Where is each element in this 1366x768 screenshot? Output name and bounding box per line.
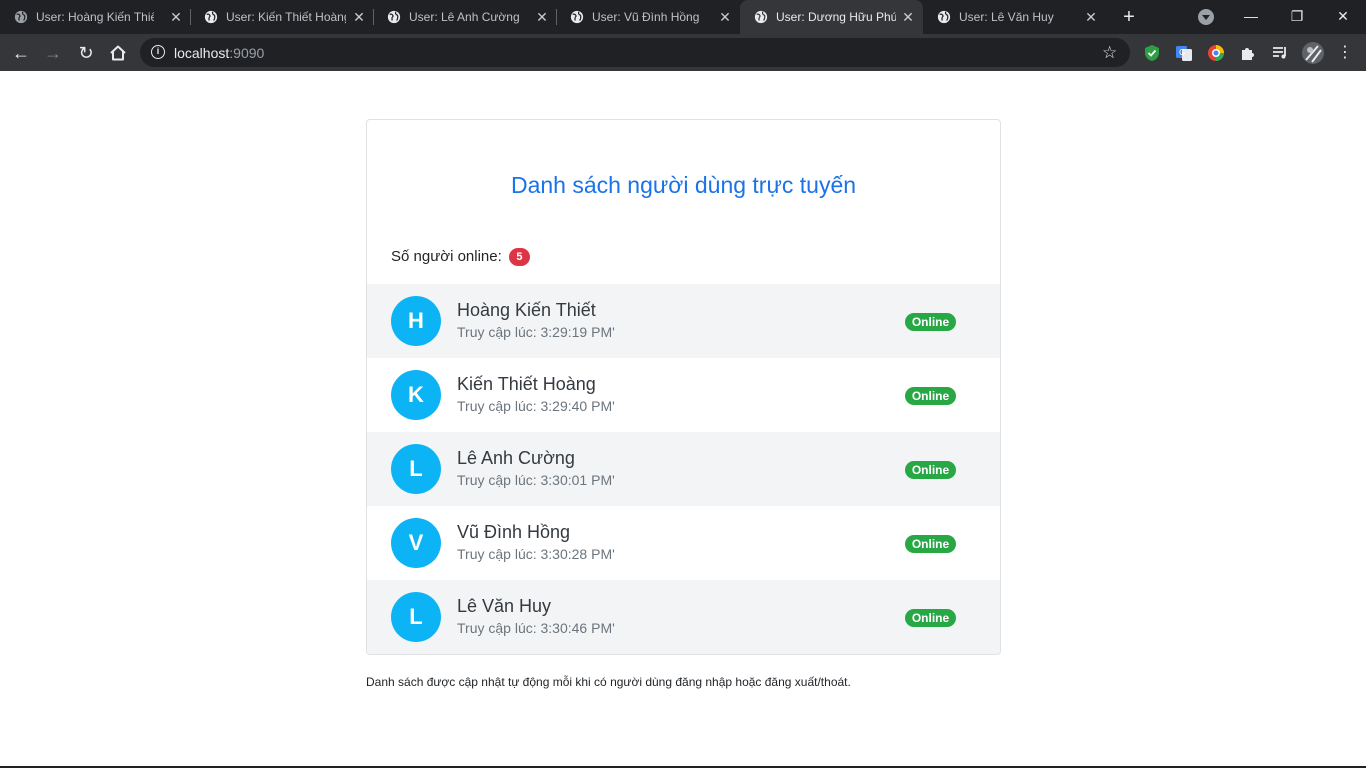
tab-title: User: Hoàng Kiến Thiết: [36, 10, 154, 24]
user-avatar: L: [391, 592, 441, 642]
globe-icon: [387, 10, 401, 24]
home-button[interactable]: [105, 40, 131, 66]
user-access-time: Truy cập lúc: 3:30:28 PM': [457, 546, 615, 562]
close-tab-icon[interactable]: ✕: [717, 9, 733, 25]
user-list-item: H Hoàng Kiến Thiết Truy cập lúc: 3:29:19…: [367, 284, 1000, 358]
user-avatar: V: [391, 518, 441, 568]
user-list-item: L Lê Anh Cường Truy cập lúc: 3:30:01 PM'…: [367, 432, 1000, 506]
home-icon: [110, 45, 126, 61]
globe-icon: [14, 10, 28, 24]
address-bar[interactable]: i localhost:9090 ☆: [140, 38, 1130, 67]
user-name: Lê Văn Huy: [457, 596, 552, 616]
user-access-time: Truy cập lúc: 3:29:19 PM': [457, 324, 615, 340]
colorful-extension-icon[interactable]: [1207, 44, 1225, 62]
browser-tab[interactable]: User: Lê Văn Huy ✕: [923, 0, 1106, 34]
user-avatar: H: [391, 296, 441, 346]
online-users-card: Danh sách người dùng trực tuyến Số người…: [366, 119, 1001, 655]
profile-avatar[interactable]: [1302, 42, 1324, 64]
user-name: Vũ Đình Hồng: [457, 522, 571, 542]
close-tab-icon[interactable]: ✕: [1083, 9, 1099, 25]
tab-strip: User: Hoàng Kiến Thiết ✕ User: Kiến Thiế…: [0, 0, 1366, 34]
tab-title: User: Vũ Đình Hồng: [592, 10, 700, 24]
user-name: Lê Anh Cường: [457, 448, 575, 468]
profile-picture-icon: [1305, 45, 1322, 63]
user-list-item: V Vũ Đình Hồng Truy cập lúc: 3:30:28 PM'…: [367, 506, 1000, 580]
tab-title: User: Kiến Thiết Hoàng: [226, 10, 346, 24]
globe-icon: [937, 10, 951, 24]
status-badge: Online: [905, 313, 956, 331]
page-title: Danh sách người dùng trực tuyến: [510, 172, 857, 198]
translate-extension-icon[interactable]: G: [1175, 44, 1193, 62]
user-access-time: Truy cập lúc: 3:29:40 PM': [457, 398, 615, 414]
globe-icon: [204, 10, 218, 24]
media-queue-icon[interactable]: [1271, 44, 1289, 62]
url-text[interactable]: localhost:9090: [174, 45, 264, 61]
status-badge: Online: [905, 461, 956, 479]
svg-text:G: G: [1179, 48, 1185, 57]
browser-menu-icon[interactable]: ⋮: [1332, 40, 1358, 66]
tab-title: User: Lê Văn Huy: [959, 10, 1054, 24]
restore-button[interactable]: ❐: [1282, 4, 1312, 28]
user-name: Kiến Thiết Hoàng: [457, 374, 596, 394]
browser-tab[interactable]: User: Lê Anh Cường ✕: [373, 0, 556, 34]
browser-tab[interactable]: User: Kiến Thiết Hoàng ✕: [190, 0, 373, 34]
puzzle-extensions-icon[interactable]: [1239, 44, 1257, 62]
browser-tab-active[interactable]: User: Dương Hữu Phúc ✕: [740, 0, 923, 34]
info-icon[interactable]: i: [151, 45, 165, 59]
globe-icon: [754, 10, 768, 24]
globe-icon: [570, 10, 584, 24]
online-count-line: Số người online: 5: [391, 247, 530, 267]
url-port: :9090: [229, 45, 265, 61]
url-host: localhost: [174, 45, 230, 61]
online-count-badge: 5: [508, 248, 530, 266]
status-badge: Online: [905, 535, 956, 553]
online-count-label: Số người online:: [391, 248, 502, 265]
user-access-time: Truy cập lúc: 3:30:46 PM': [457, 620, 615, 636]
close-tab-icon[interactable]: ✕: [168, 9, 184, 25]
user-access-time: Truy cập lúc: 3:30:01 PM': [457, 472, 615, 488]
close-window-button[interactable]: ✕: [1328, 4, 1358, 28]
new-tab-button[interactable]: +: [1118, 6, 1140, 28]
user-avatar: L: [391, 444, 441, 494]
reload-button[interactable]: ↻: [73, 40, 99, 66]
footnote-text: Danh sách được cập nhật tự động mỗi khi …: [366, 675, 851, 689]
minimize-button[interactable]: —: [1236, 4, 1266, 28]
status-badge: Online: [905, 387, 956, 405]
browser-tab[interactable]: User: Vũ Đình Hồng ✕: [556, 0, 739, 34]
close-tab-icon[interactable]: ✕: [351, 9, 367, 25]
tab-title: User: Lê Anh Cường: [409, 10, 520, 24]
user-list-item: L Lê Văn Huy Truy cập lúc: 3:30:46 PM' O…: [367, 580, 1000, 654]
close-tab-icon[interactable]: ✕: [534, 9, 550, 25]
status-badge: Online: [905, 609, 956, 627]
browser-tab[interactable]: User: Hoàng Kiến Thiết ✕: [0, 0, 190, 34]
tab-search-icon[interactable]: [1198, 9, 1214, 25]
forward-button[interactable]: →: [40, 40, 66, 66]
shield-extension-icon[interactable]: [1143, 44, 1161, 62]
close-tab-icon[interactable]: ✕: [900, 9, 916, 25]
back-button[interactable]: ←: [8, 40, 34, 66]
user-name: Hoàng Kiến Thiết: [457, 300, 596, 320]
user-avatar: K: [391, 370, 441, 420]
browser-toolbar: ← → ↻ i localhost:9090 ☆ G ⋮: [0, 34, 1366, 71]
tab-title: User: Dương Hữu Phúc: [776, 10, 896, 24]
user-list-item: K Kiến Thiết Hoàng Truy cập lúc: 3:29:40…: [367, 358, 1000, 432]
bookmark-star-icon[interactable]: ☆: [1102, 43, 1117, 62]
